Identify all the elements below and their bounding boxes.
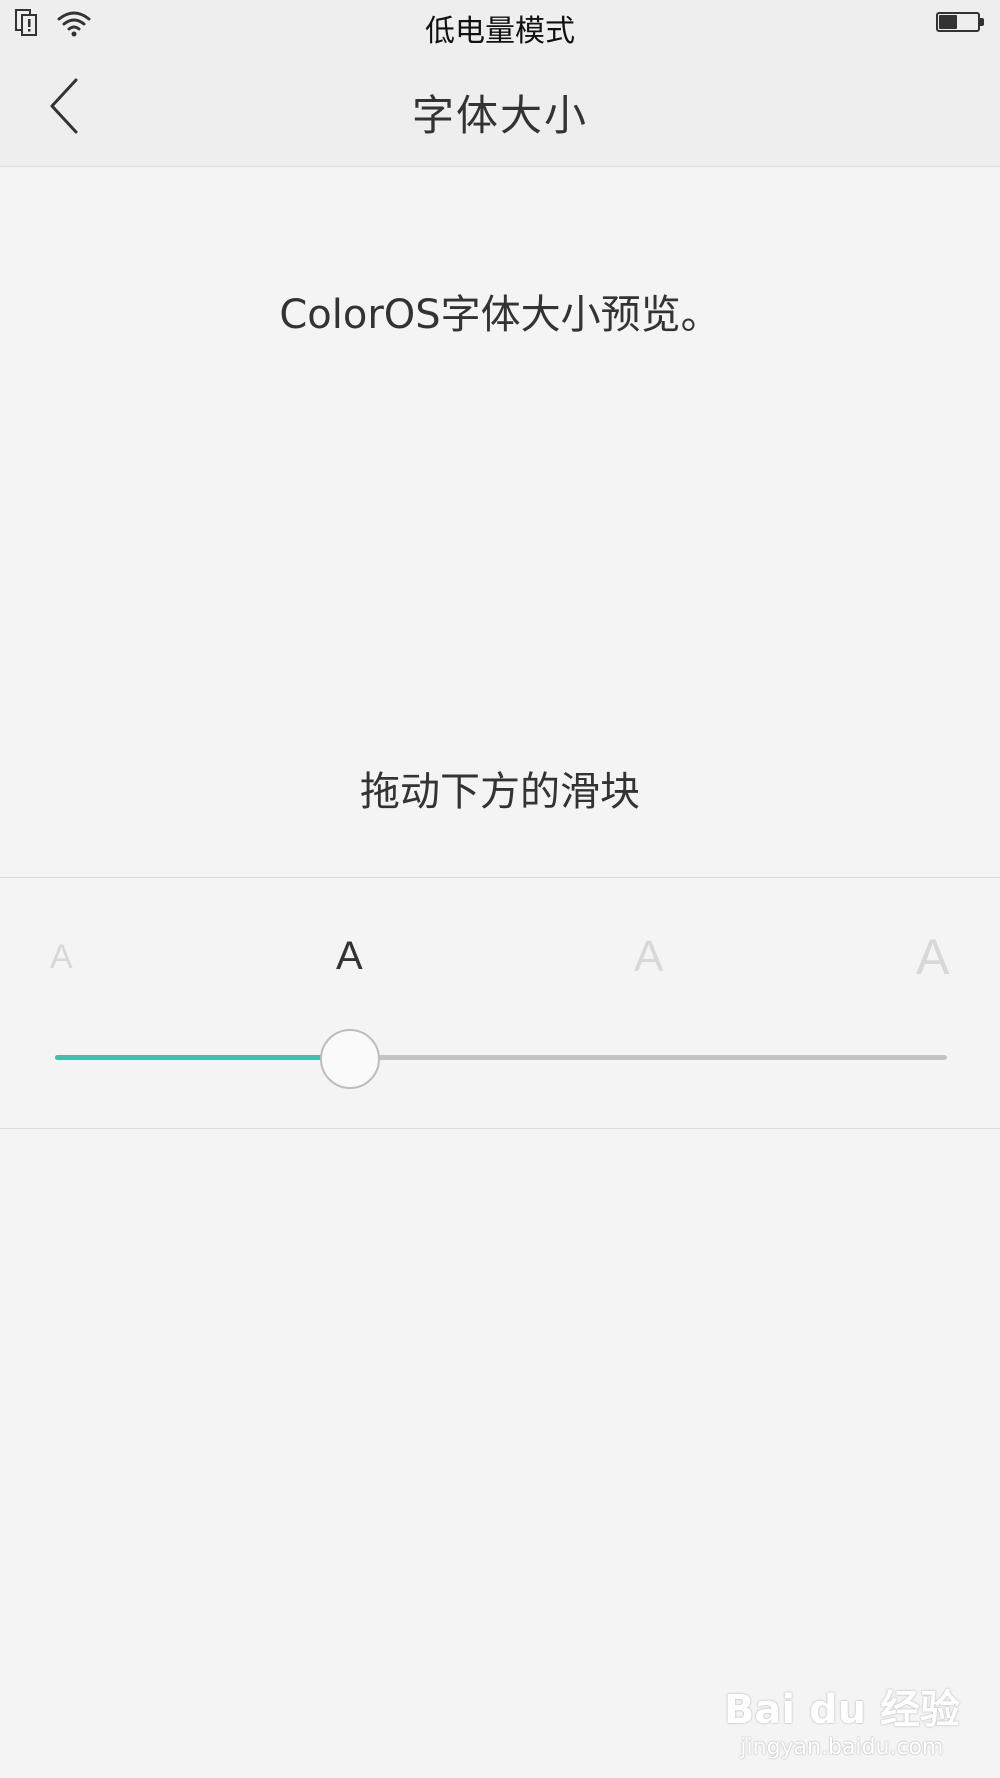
font-size-label-standard: A [336, 934, 363, 978]
slider-track-fill [55, 1055, 349, 1060]
navigation-bar: 字体大小 [0, 52, 1000, 167]
font-size-label-extra-large: A [916, 929, 950, 985]
font-preview-text: ColorOS字体大小预览。 [279, 292, 721, 338]
status-title: 低电量模式 [425, 14, 575, 49]
font-size-label-large: A [634, 932, 664, 981]
font-size-label-small: A [50, 938, 73, 976]
slider-thumb[interactable] [320, 1029, 380, 1089]
font-size-slider-panel: A A A A [0, 877, 1000, 1129]
slider-track[interactable] [55, 1029, 947, 1089]
baidu-jingyan-watermark: Bai du 经验 jingyan.baidu.com [724, 1677, 960, 1760]
status-bar: 低电量模式 [0, 0, 1000, 52]
watermark-url: jingyan.baidu.com [740, 1735, 944, 1760]
watermark-logo: Bai du 经验 [723, 1687, 960, 1733]
page-title: 字体大小 [411, 91, 588, 140]
slider-hint-text: 拖动下方的滑块 [360, 769, 640, 815]
battery-icon [936, 12, 984, 34]
